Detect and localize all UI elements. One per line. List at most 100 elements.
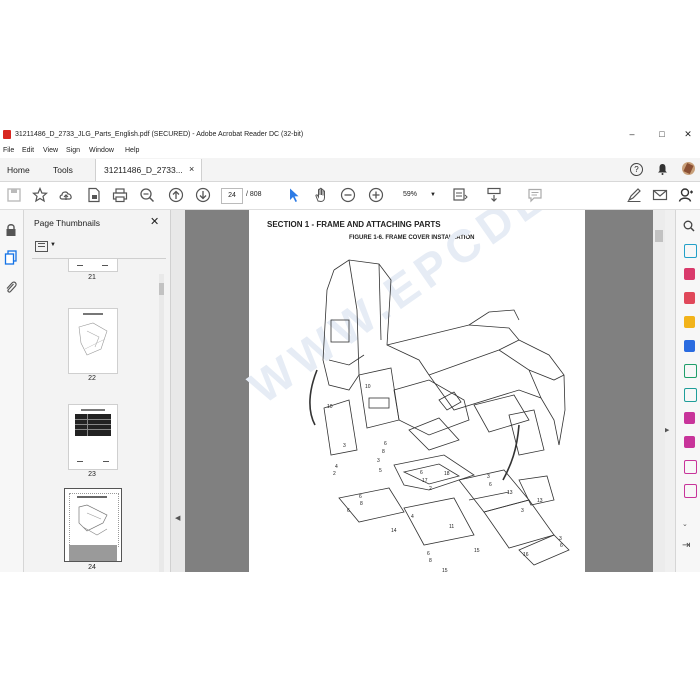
menu-edit[interactable]: Edit <box>22 147 34 154</box>
save-icon[interactable] <box>6 187 22 203</box>
menu-view[interactable]: View <box>43 147 58 154</box>
document-tab-close-button[interactable]: × <box>189 164 194 174</box>
lock-icon[interactable] <box>5 223 17 237</box>
zoom-out-icon[interactable] <box>340 187 356 203</box>
page-number-input[interactable]: 24 <box>221 188 243 204</box>
tab-home[interactable]: Home <box>7 165 30 175</box>
callout-label: 3 <box>377 458 380 464</box>
callout-label: 6 <box>347 508 350 514</box>
window-title: 31211486_D_2733_JLG_Parts_English.pdf (S… <box>15 131 304 138</box>
search-icon[interactable] <box>683 220 695 232</box>
acrobat-window: 31211486_D_2733_JLG_Parts_English.pdf (S… <box>0 126 700 572</box>
minimize-button[interactable]: – <box>622 129 642 139</box>
avatar[interactable] <box>682 162 695 175</box>
page-thumbnails-panel: Page Thumbnails ✕ ▼ 21 22 23 24 <box>24 210 170 572</box>
organize-pages-icon[interactable] <box>684 364 697 378</box>
bookmark-star-icon[interactable] <box>31 186 49 203</box>
menu-file[interactable]: File <box>3 147 14 154</box>
comment-icon[interactable] <box>527 187 543 203</box>
callout-label: 13 <box>507 490 513 496</box>
callout-label: 6 <box>560 543 563 549</box>
menu-sign[interactable]: Sign <box>66 147 80 154</box>
callout-label: 6 <box>427 551 430 557</box>
sign-pen-icon[interactable] <box>626 187 642 203</box>
callout-label: 8 <box>360 501 363 507</box>
chevron-down-icon[interactable]: ⌄ <box>682 520 688 528</box>
thumbnail-page-22[interactable] <box>68 308 118 374</box>
tab-document[interactable]: 31211486_D_2733... × <box>95 159 202 181</box>
page-total: / 808 <box>246 191 262 198</box>
tab-bar: Home Tools 31211486_D_2733... × ? <box>0 158 700 182</box>
share-user-icon[interactable] <box>678 187 694 203</box>
callout-label: 15 <box>442 568 448 572</box>
thumbnail-page-23[interactable] <box>68 404 118 470</box>
bell-icon[interactable] <box>657 163 668 175</box>
callout-label: 4 <box>335 464 338 470</box>
page-thumbnails-icon[interactable] <box>4 250 18 265</box>
thumbnail-options-chevron-icon[interactable]: ▼ <box>50 242 56 248</box>
find-zoom-icon[interactable] <box>139 187 155 203</box>
document-viewer[interactable]: SECTION 1 - FRAME AND ATTACHING PARTS FI… <box>185 210 653 572</box>
callout-label: 6 <box>489 482 492 488</box>
export-pdf-icon[interactable] <box>684 268 695 280</box>
document-lock-icon[interactable] <box>86 187 102 203</box>
protect-icon[interactable] <box>684 460 697 474</box>
compress-pdf-icon[interactable] <box>684 388 697 402</box>
callout-label: 17 <box>422 478 428 484</box>
collapse-pane-icon[interactable]: ⇥ <box>682 540 690 551</box>
section-title: SECTION 1 - FRAME AND ATTACHING PARTS <box>267 220 441 229</box>
send-for-signature-icon[interactable] <box>684 436 695 448</box>
callout-label: 3 <box>487 474 490 480</box>
document-scroll-thumb[interactable] <box>655 230 663 242</box>
callout-label: 13 <box>537 498 543 504</box>
scroll-mode-icon[interactable] <box>486 187 502 203</box>
thumbnail-page-21[interactable] <box>68 259 118 272</box>
page-fit-icon[interactable] <box>452 187 468 203</box>
callout-label: 10 <box>327 404 333 410</box>
collapse-left-icon[interactable]: ◀ <box>175 514 180 522</box>
panel-scrollbar[interactable] <box>159 274 164 572</box>
thumbnail-page-24-selected[interactable] <box>64 488 122 562</box>
edit-pdf-icon[interactable] <box>684 244 697 258</box>
menu-window[interactable]: Window <box>89 147 114 154</box>
fill-sign-icon[interactable] <box>684 412 695 424</box>
cloud-upload-icon[interactable] <box>58 187 74 203</box>
hand-tool-icon[interactable] <box>313 187 329 203</box>
callout-label: 3 <box>521 508 524 514</box>
document-scrollbar[interactable] <box>653 210 665 572</box>
maximize-button[interactable]: □ <box>652 129 672 139</box>
callout-label: 18 <box>444 471 450 477</box>
callout-label: 8 <box>382 449 385 455</box>
comment-tool-icon[interactable] <box>684 316 695 328</box>
tab-tools[interactable]: Tools <box>53 165 73 175</box>
close-window-button[interactable]: ✕ <box>678 129 698 140</box>
callout-label: 15 <box>474 548 480 554</box>
callout-label: 11 <box>449 524 454 530</box>
callout-label: 16 <box>523 552 529 558</box>
menu-help[interactable]: Help <box>125 147 139 154</box>
next-page-icon[interactable] <box>195 187 211 203</box>
panel-splitter[interactable]: ◀ <box>170 210 186 572</box>
previous-page-icon[interactable] <box>168 187 184 203</box>
attachment-icon[interactable] <box>5 280 17 294</box>
callout-label: 2 <box>429 486 432 492</box>
panel-close-button[interactable]: ✕ <box>150 215 159 228</box>
print-icon[interactable] <box>112 187 128 203</box>
combine-files-icon[interactable] <box>684 340 695 352</box>
thumbnail-options-icon[interactable] <box>35 241 48 252</box>
zoom-in-icon[interactable] <box>368 187 384 203</box>
chevron-down-icon: ▼ <box>430 192 436 198</box>
panel-title: Page Thumbnails <box>34 218 100 228</box>
document-tab-label: 31211486_D_2733... <box>104 165 183 175</box>
callout-label: 2 <box>333 471 336 477</box>
email-icon[interactable] <box>652 187 668 203</box>
zoom-level-value: 59% <box>403 191 418 198</box>
more-tools-icon[interactable] <box>684 484 697 498</box>
create-pdf-icon[interactable] <box>684 292 695 304</box>
select-cursor-icon[interactable] <box>286 187 302 203</box>
zoom-level-dropdown[interactable]: 59% ▼ <box>397 188 439 202</box>
callout-label: 6 <box>359 494 362 500</box>
left-rail <box>0 210 24 572</box>
panel-scroll-thumb[interactable] <box>159 283 164 295</box>
help-icon[interactable]: ? <box>630 163 643 176</box>
